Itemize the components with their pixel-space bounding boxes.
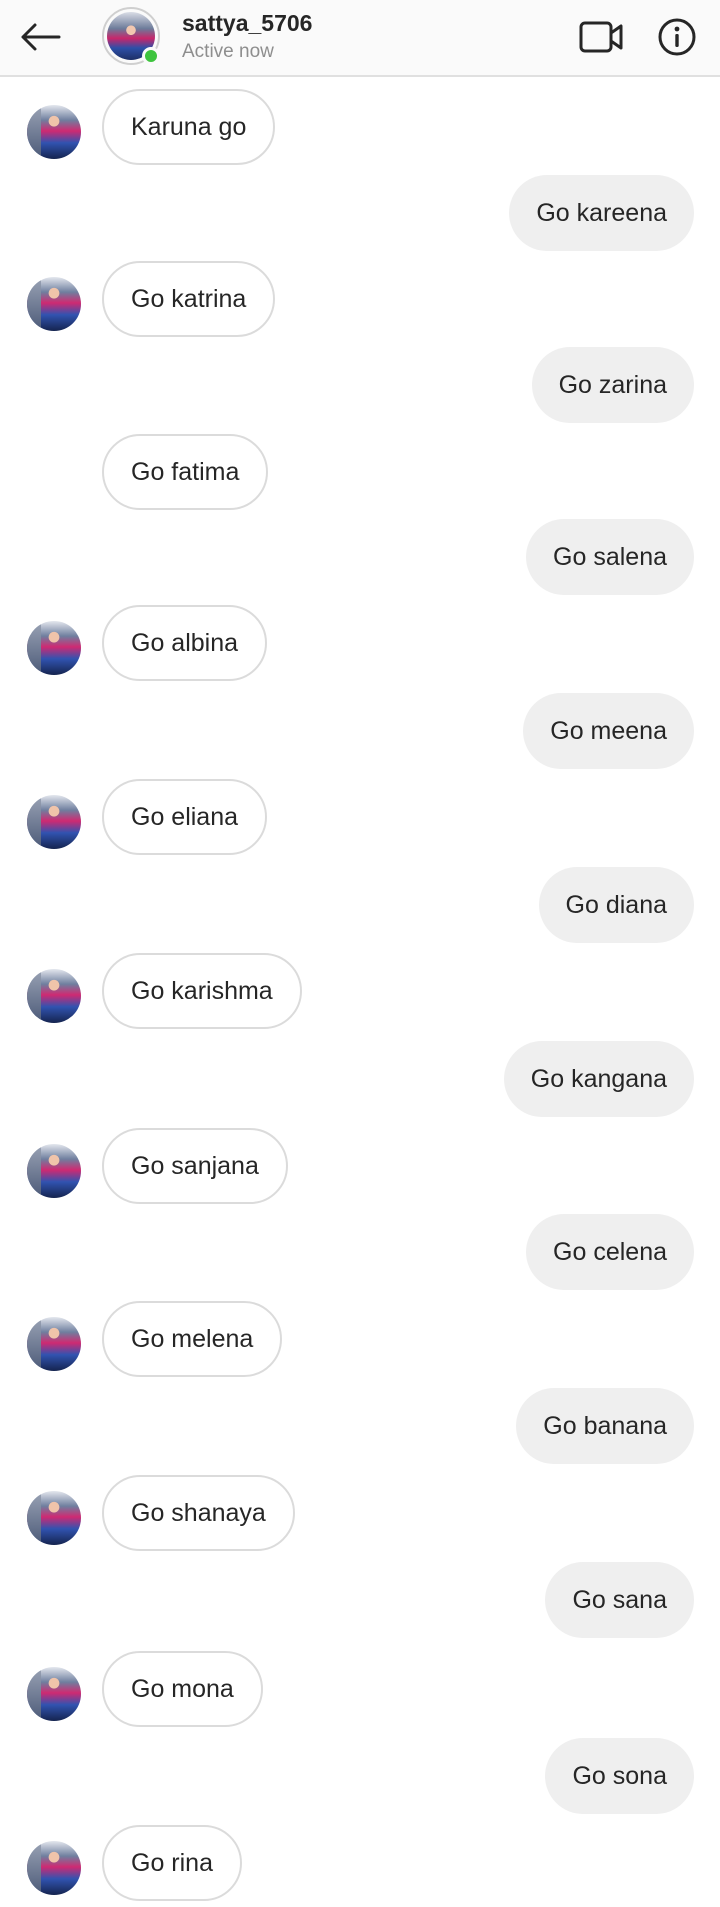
arrow-left-icon xyxy=(21,23,61,51)
message-row: Go sanjana xyxy=(0,1128,720,1204)
sender-avatar[interactable] xyxy=(27,1144,81,1198)
chat-header: sattya_5706 Active now xyxy=(0,0,720,77)
contact-avatar[interactable] xyxy=(102,7,160,65)
message-bubble-sent[interactable]: Go sana xyxy=(545,1562,694,1638)
message-row: Go diana xyxy=(0,867,720,943)
info-icon xyxy=(658,18,696,56)
message-bubble-received[interactable]: Go fatima xyxy=(102,434,269,510)
contact-username[interactable]: sattya_5706 xyxy=(182,10,312,37)
message-row: Go karishma xyxy=(0,953,720,1029)
message-bubble-sent[interactable]: Go salena xyxy=(526,519,694,595)
message-row: Go eliana xyxy=(0,779,720,855)
message-bubble-sent[interactable]: Go celena xyxy=(526,1214,694,1290)
message-bubble-received[interactable]: Go eliana xyxy=(102,779,268,855)
message-row: Karuna go xyxy=(0,89,720,165)
message-bubble-received[interactable]: Go katrina xyxy=(102,261,276,337)
message-bubble-sent[interactable]: Go kangana xyxy=(503,1041,694,1117)
message-bubble-received[interactable]: Go rina xyxy=(102,1825,242,1901)
message-bubble-received[interactable]: Go karishma xyxy=(102,953,302,1029)
message-row: Go albina xyxy=(0,605,720,681)
online-indicator xyxy=(142,47,160,65)
message-bubble-received[interactable]: Go shanaya xyxy=(102,1475,295,1551)
message-row: Go kangana xyxy=(0,1041,720,1117)
message-bubble-received[interactable]: Go mona xyxy=(102,1651,263,1727)
message-row: Go melena xyxy=(0,1301,720,1377)
message-row: Go salena xyxy=(0,519,720,595)
message-bubble-sent[interactable]: Go meena xyxy=(523,693,694,769)
sender-avatar[interactable] xyxy=(27,1841,81,1895)
message-row: Go meena xyxy=(0,693,720,769)
message-bubble-received[interactable]: Go albina xyxy=(102,605,268,681)
message-row: Go sona xyxy=(0,1738,720,1814)
message-bubble-sent[interactable]: Go diana xyxy=(538,867,694,943)
message-row: Go mona xyxy=(0,1651,720,1727)
message-bubble-received[interactable]: Go sanjana xyxy=(102,1128,288,1204)
message-row: Go banana xyxy=(0,1388,720,1464)
message-bubble-received[interactable]: Go melena xyxy=(102,1301,283,1377)
sender-avatar[interactable] xyxy=(27,1317,81,1371)
sender-avatar[interactable] xyxy=(27,277,81,331)
info-button[interactable] xyxy=(654,14,700,60)
message-row: Go fatima xyxy=(0,434,720,510)
message-row: Go zarina xyxy=(0,347,720,423)
sender-avatar[interactable] xyxy=(27,1491,81,1545)
message-bubble-sent[interactable]: Go banana xyxy=(516,1388,694,1464)
sender-avatar[interactable] xyxy=(27,969,81,1023)
message-bubble-received[interactable]: Karuna go xyxy=(102,89,276,165)
video-camera-icon xyxy=(579,21,623,53)
message-row: Go kareena xyxy=(0,175,720,251)
message-bubble-sent[interactable]: Go zarina xyxy=(531,347,694,423)
video-call-button[interactable] xyxy=(578,14,624,60)
message-row: Go katrina xyxy=(0,261,720,337)
back-button[interactable] xyxy=(14,14,66,60)
message-row: Go celena xyxy=(0,1214,720,1290)
contact-status: Active now xyxy=(182,41,274,62)
sender-avatar[interactable] xyxy=(27,621,81,675)
sender-avatar[interactable] xyxy=(27,1667,81,1721)
message-bubble-sent[interactable]: Go kareena xyxy=(509,175,694,251)
message-row: Go rina xyxy=(0,1825,720,1901)
sender-avatar[interactable] xyxy=(27,795,81,849)
message-row: Go shanaya xyxy=(0,1475,720,1551)
message-row: Go sana xyxy=(0,1562,720,1638)
sender-avatar[interactable] xyxy=(27,105,81,159)
message-bubble-sent[interactable]: Go sona xyxy=(545,1738,694,1814)
